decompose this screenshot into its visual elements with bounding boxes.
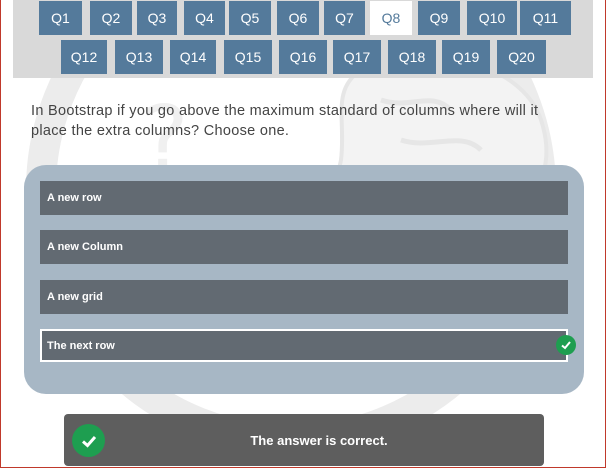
check-circle-icon: [556, 335, 576, 355]
answer-option-4-selected[interactable]: The next row: [40, 329, 576, 362]
question-button-q13[interactable]: Q13: [115, 40, 163, 74]
question-button-q16[interactable]: Q16: [279, 40, 327, 74]
question-button-q6[interactable]: Q6: [277, 1, 319, 35]
question-button-q7[interactable]: Q7: [324, 1, 365, 35]
question-button-q18[interactable]: Q18: [388, 40, 436, 74]
answer-label: A new Column: [47, 241, 123, 253]
question-button-q20[interactable]: Q20: [497, 40, 546, 74]
question-button-q15[interactable]: Q15: [224, 40, 272, 74]
result-message: The answer is correct.: [250, 432, 388, 448]
answer-label: A new row: [47, 192, 102, 204]
question-button-q1[interactable]: Q1: [39, 1, 82, 35]
question-button-q19[interactable]: Q19: [442, 40, 490, 74]
question-button-q8[interactable]: Q8: [370, 1, 412, 35]
answer-label: The next row: [47, 339, 115, 352]
answer-option-1[interactable]: A new row: [40, 181, 568, 215]
answer-options-panel: A new row A new Column A new grid The ne…: [24, 165, 584, 394]
question-button-q9[interactable]: Q9: [418, 1, 460, 35]
question-button-q10[interactable]: Q10: [467, 1, 517, 35]
question-button-q5[interactable]: Q5: [229, 1, 271, 35]
answer-label: A new grid: [47, 291, 103, 303]
answer-option-2[interactable]: A new Column: [40, 230, 568, 264]
answer-option-3[interactable]: A new grid: [40, 280, 568, 314]
question-button-q2[interactable]: Q2: [90, 1, 132, 35]
question-button-q14[interactable]: Q14: [170, 40, 216, 74]
question-button-q4[interactable]: Q4: [184, 1, 225, 35]
result-feedback-box: The answer is correct.: [64, 414, 544, 466]
question-navigator: Q1 Q2 Q3 Q4 Q5 Q6 Q7 Q8 Q9 Q10 Q11 Q12 Q13 Q14 Q15 Q16…: [13, 0, 593, 78]
question-text: In Bootstrap if you go above the maximum…: [31, 103, 539, 139]
quiz-frame: ? Q1 Q2 Q3 Q4 Q5 Q6 Q7 Q8 Q9 Q10 Q11 Q12 Q13 Q14 Q15 Q…: [0, 0, 606, 468]
question-button-q17[interactable]: Q17: [333, 40, 381, 74]
question-button-q11[interactable]: Q11: [520, 1, 571, 35]
question-button-q12[interactable]: Q12: [61, 40, 107, 74]
question-button-q3[interactable]: Q3: [137, 1, 177, 35]
